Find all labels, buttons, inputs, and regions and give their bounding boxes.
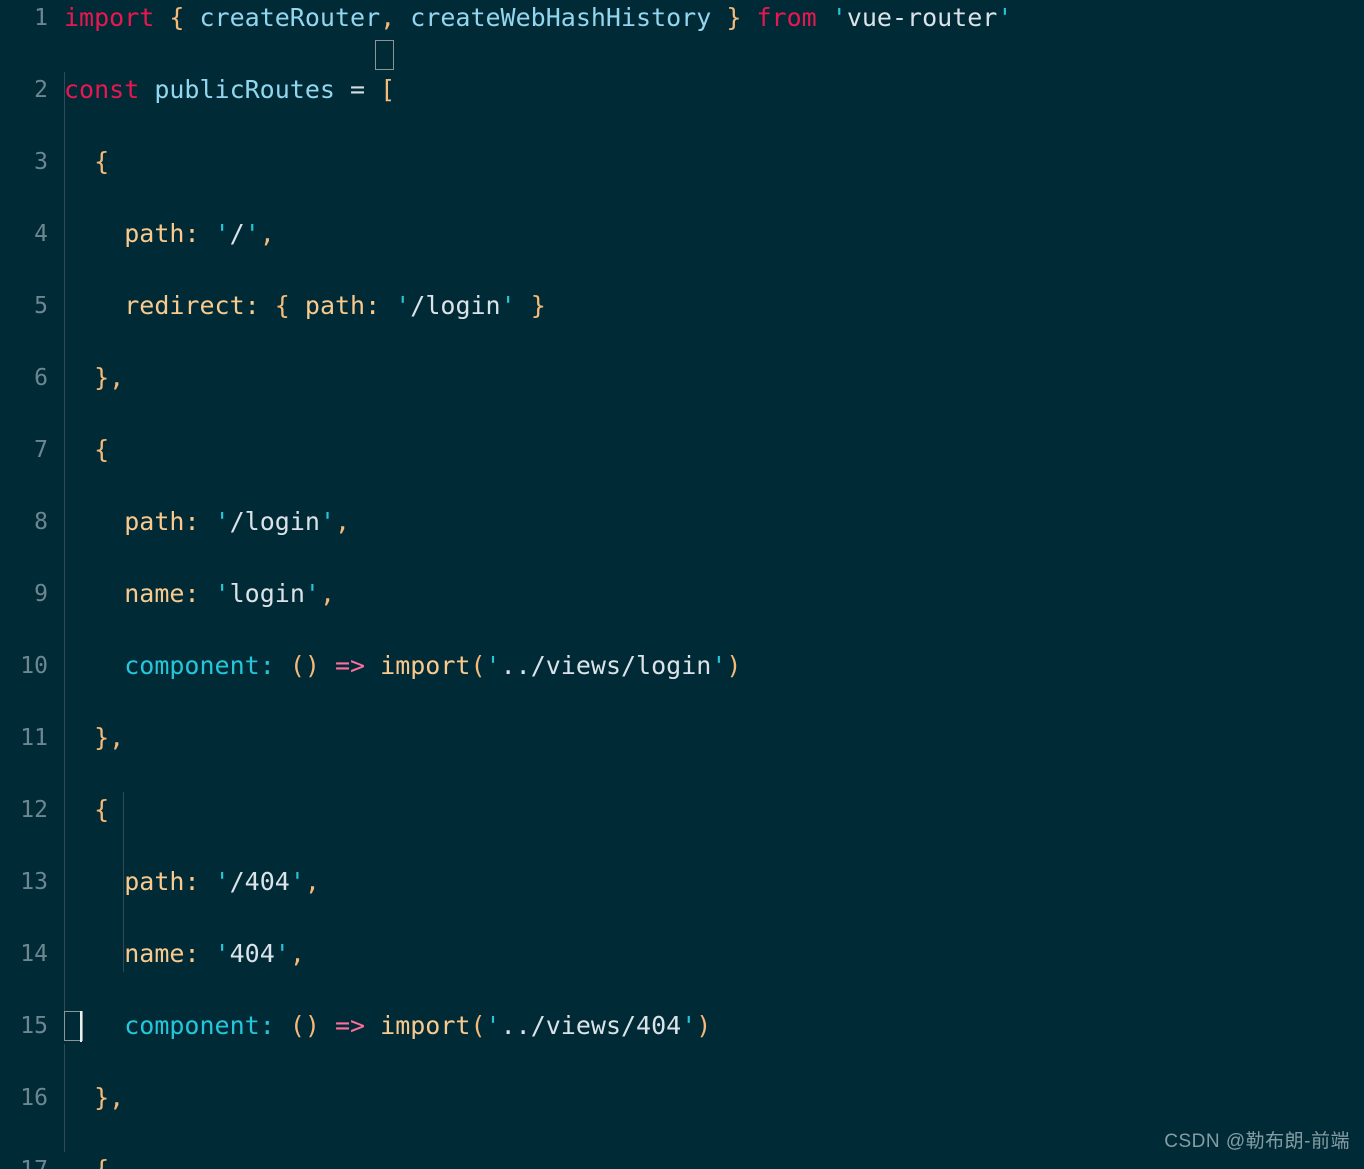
line-content: path: '/',	[124, 219, 275, 248]
line-number: 7	[34, 437, 48, 463]
line-number: 6	[34, 365, 48, 391]
code-line[interactable]: 6 },	[0, 360, 1364, 396]
line-content: {	[64, 1152, 109, 1169]
line-number: 1	[34, 5, 48, 31]
code-lines[interactable]: 1 import { createRouter, createWebHashHi…	[0, 0, 1364, 1169]
line-content: {	[94, 795, 110, 824]
line-content: name: 'login',	[124, 579, 336, 608]
line-content: path: '/404',	[124, 867, 320, 896]
line-content: component: () => import('../views/login'…	[124, 651, 742, 680]
line-number: 5	[34, 293, 48, 319]
code-line[interactable]: 13 path: '/404',	[0, 864, 1364, 900]
line-content: name: '404',	[124, 939, 305, 968]
line-content: import { createRouter, createWebHashHist…	[64, 3, 1013, 32]
code-editor[interactable]: 1 import { createRouter, createWebHashHi…	[0, 0, 1364, 1169]
line-content: },	[94, 363, 125, 392]
code-line[interactable]: 14 name: '404',	[0, 936, 1364, 972]
code-line[interactable]: 1 import { createRouter, createWebHashHi…	[0, 0, 1364, 36]
line-number: 15	[20, 1013, 48, 1039]
csdn-watermark: CSDN @勒布朗-前端	[1164, 1131, 1350, 1152]
line-number: 14	[20, 941, 48, 967]
line-content: redirect: { path: '/login' }	[124, 291, 546, 320]
code-line[interactable]: 5 redirect: { path: '/login' }	[0, 288, 1364, 324]
line-content: component: () => import('../views/404')	[124, 1011, 712, 1040]
line-content: {	[94, 435, 110, 464]
code-line[interactable]: 3 {	[0, 144, 1364, 180]
line-number: 9	[34, 581, 48, 607]
code-line[interactable]: 11 },	[0, 720, 1364, 756]
line-number: 11	[20, 725, 48, 751]
line-content: },	[94, 723, 125, 752]
line-content: path: '/login',	[124, 507, 351, 536]
code-line[interactable]: 4 path: '/',	[0, 216, 1364, 252]
line-content: const publicRoutes = [	[64, 75, 396, 104]
line-content: },	[94, 1083, 125, 1112]
code-line[interactable]: 17 {	[0, 1152, 1364, 1169]
code-line[interactable]: 8 path: '/login',	[0, 504, 1364, 540]
line-number: 16	[20, 1085, 48, 1111]
line-number: 13	[20, 869, 48, 895]
line-number: 8	[34, 509, 48, 535]
code-line[interactable]: 12 {	[0, 792, 1364, 828]
line-number: 10	[20, 653, 48, 679]
code-line[interactable]: 9 name: 'login',	[0, 576, 1364, 612]
line-number: 4	[34, 221, 48, 247]
line-number: 2	[34, 77, 48, 103]
code-line[interactable]: 15 component: () => import('../views/404…	[0, 1008, 1364, 1044]
code-line[interactable]: 16 },	[0, 1080, 1364, 1116]
line-number: 12	[20, 797, 48, 823]
line-number: 3	[34, 149, 48, 175]
line-content: {	[94, 147, 110, 176]
code-line[interactable]: 10 component: () => import('../views/log…	[0, 648, 1364, 684]
code-line[interactable]: 7 {	[0, 432, 1364, 468]
line-number: 17	[0, 1152, 48, 1169]
code-line[interactable]: 2 const publicRoutes = [	[0, 72, 1364, 108]
